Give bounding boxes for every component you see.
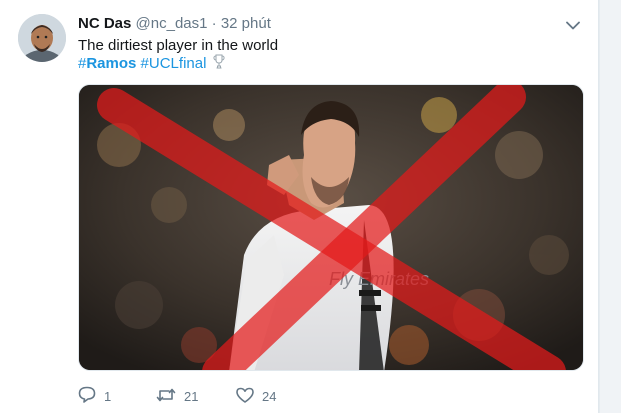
retweet-icon: [156, 387, 176, 406]
tweet-header: NC Das @nc_das1 · 32 phút: [78, 14, 271, 34]
heart-icon: [236, 387, 254, 406]
reply-count: 1: [104, 388, 112, 404]
reply-icon: [78, 386, 96, 406]
reply-button[interactable]: 1: [78, 386, 156, 406]
trophy-icon: [213, 54, 225, 76]
tweet-card[interactable]: NC Das @nc_das1 · 32 phút The dirtiest p…: [0, 0, 599, 413]
retweet-count: 21: [184, 388, 199, 404]
tweet-timestamp[interactable]: 32 phút: [221, 15, 271, 32]
tweet-media-photo[interactable]: Fly Emirates: [78, 84, 584, 371]
hashtag-line: #Ramos #UCLfinal: [78, 54, 225, 76]
tweet-text: The dirtiest player in the world: [78, 37, 279, 54]
chevron-down-icon[interactable]: [562, 16, 584, 34]
tweet-actions: 1 21 24: [78, 386, 316, 406]
user-handle[interactable]: @nc_das1: [136, 15, 208, 32]
like-count: 24: [262, 388, 277, 404]
separator-dot: ·: [211, 15, 217, 32]
hashtag-uclfinal[interactable]: #UCLfinal: [141, 55, 207, 72]
like-button[interactable]: 24: [236, 387, 316, 406]
scrollbar[interactable]: [600, 0, 621, 413]
hashtag-ramos[interactable]: #Ramos: [78, 55, 136, 72]
hashtag-ramos-bold: Ramos: [86, 55, 137, 72]
avatar[interactable]: [18, 14, 66, 62]
retweet-button[interactable]: 21: [156, 387, 236, 406]
display-name[interactable]: NC Das: [78, 15, 131, 32]
